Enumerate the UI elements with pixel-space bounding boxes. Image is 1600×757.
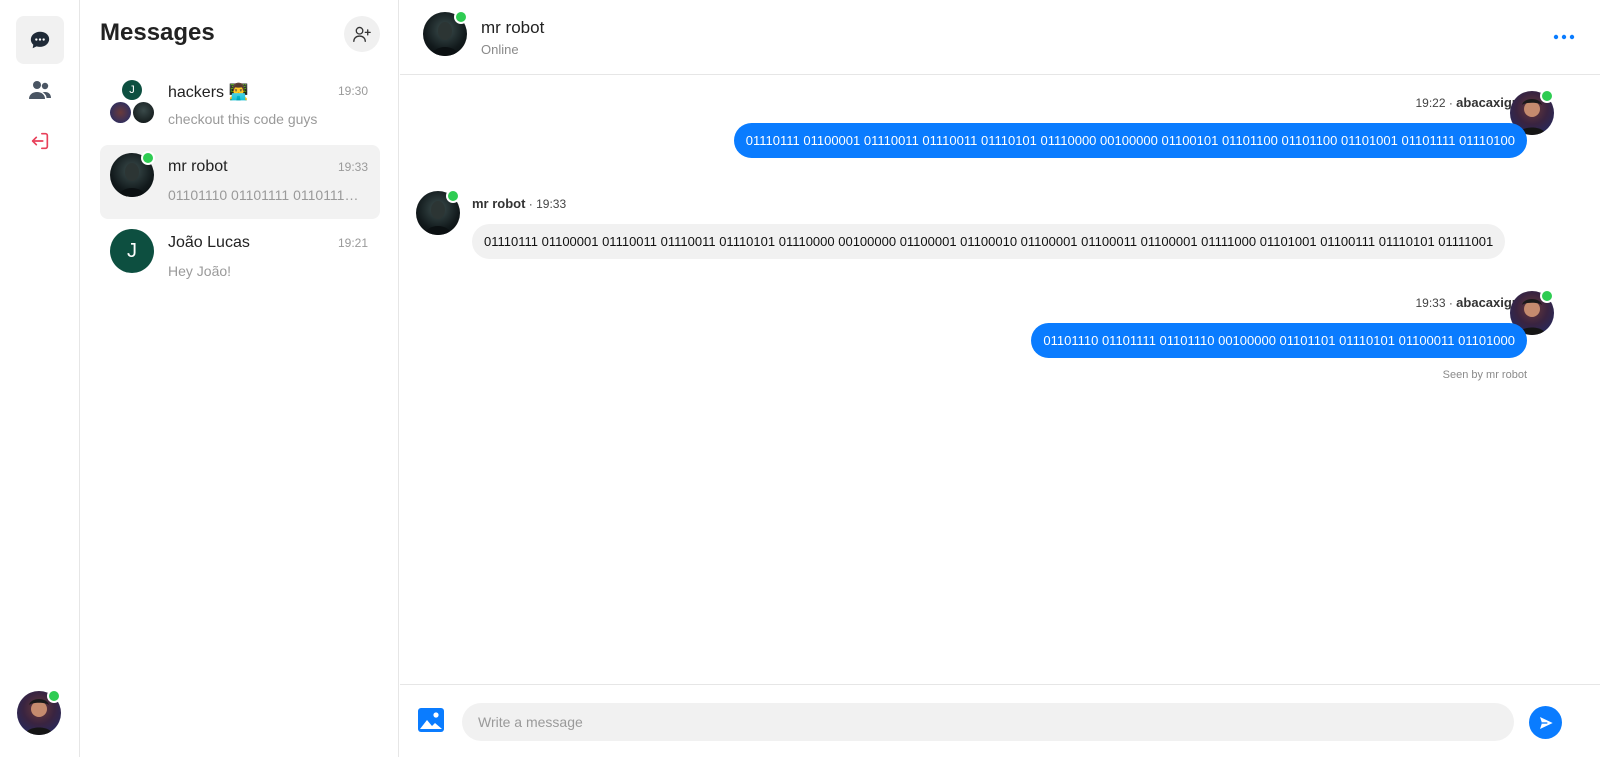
conversation-time: 19:30 — [337, 84, 368, 98]
message-sender: mr robot — [472, 196, 526, 211]
conversation-time: 19:21 — [337, 236, 368, 250]
online-indicator — [1540, 89, 1554, 103]
group-member-avatar — [133, 102, 154, 123]
online-indicator — [141, 151, 155, 165]
online-indicator — [446, 189, 460, 203]
group-member-avatar — [110, 102, 131, 123]
conversations-panel: Messages J hackers 👨‍💻 19:30 checkout th… — [80, 0, 399, 757]
conversation-preview: 01101110 01101111 01101110 00100000 0110… — [168, 187, 364, 203]
chat-area: mr robot Online 19:22 · abacaxiguy 01110… — [400, 0, 1600, 757]
more-dots-icon — [1553, 34, 1575, 40]
conversation-name: mr robot — [168, 158, 228, 175]
message-meta: mr robot · 19:33 — [472, 196, 567, 211]
nav-contacts-button[interactable] — [16, 66, 64, 114]
online-indicator — [454, 10, 468, 24]
seen-receipt: Seen by mr robot — [1442, 369, 1527, 381]
conversation-item[interactable]: mr robot 19:33 01101110 01101111 0110111… — [100, 145, 380, 219]
avatar-letter: J — [110, 229, 154, 273]
logout-icon — [31, 132, 49, 150]
add-user-icon — [353, 26, 371, 43]
nav-chats-button[interactable] — [16, 16, 64, 64]
new-conversation-button[interactable] — [344, 16, 380, 52]
message-time: 19:22 — [1415, 96, 1446, 110]
send-icon — [1539, 716, 1553, 729]
chat-bubble-icon — [30, 31, 50, 49]
message-bubble: 01110111 01100001 01110011 01110011 0111… — [472, 224, 1506, 259]
group-avatar-letter: J — [122, 80, 142, 100]
chat-status: Online — [481, 42, 519, 57]
conversation-name: hackers 👨‍💻 — [168, 84, 249, 101]
online-indicator — [47, 689, 61, 703]
conversation-time: 19:33 — [337, 160, 368, 174]
chat-options-button[interactable] — [1548, 25, 1580, 49]
message-time: 19:33 — [1415, 296, 1446, 310]
current-user-avatar[interactable] — [17, 689, 63, 737]
nav-rail — [0, 0, 80, 757]
logout-button[interactable] — [16, 117, 64, 165]
conversation-item[interactable]: J João Lucas 19:21 Hey João! — [100, 221, 380, 295]
attach-image-button[interactable] — [417, 707, 445, 735]
message-time: 19:33 — [536, 197, 567, 211]
conversation-preview: Hey João! — [168, 263, 232, 279]
page-title: Messages — [100, 19, 215, 46]
chat-header: mr robot Online — [400, 0, 1600, 75]
message-composer — [400, 684, 1600, 757]
message-bubble: 01101110 01101111 01101110 00100000 0110… — [1031, 323, 1527, 358]
image-icon — [418, 708, 444, 732]
conversation-preview: checkout this code guys — [168, 111, 318, 127]
message-input[interactable] — [462, 703, 1514, 741]
send-button[interactable] — [1529, 706, 1562, 739]
conversation-name: João Lucas — [168, 234, 250, 251]
conversation-item[interactable]: J hackers 👨‍💻 19:30 checkout this code g… — [100, 69, 380, 143]
message-bubble: 01110111 01100001 01110011 01110011 0111… — [733, 123, 1527, 158]
chat-title: mr robot — [481, 18, 545, 37]
users-icon — [29, 81, 51, 99]
online-indicator — [1540, 289, 1554, 303]
